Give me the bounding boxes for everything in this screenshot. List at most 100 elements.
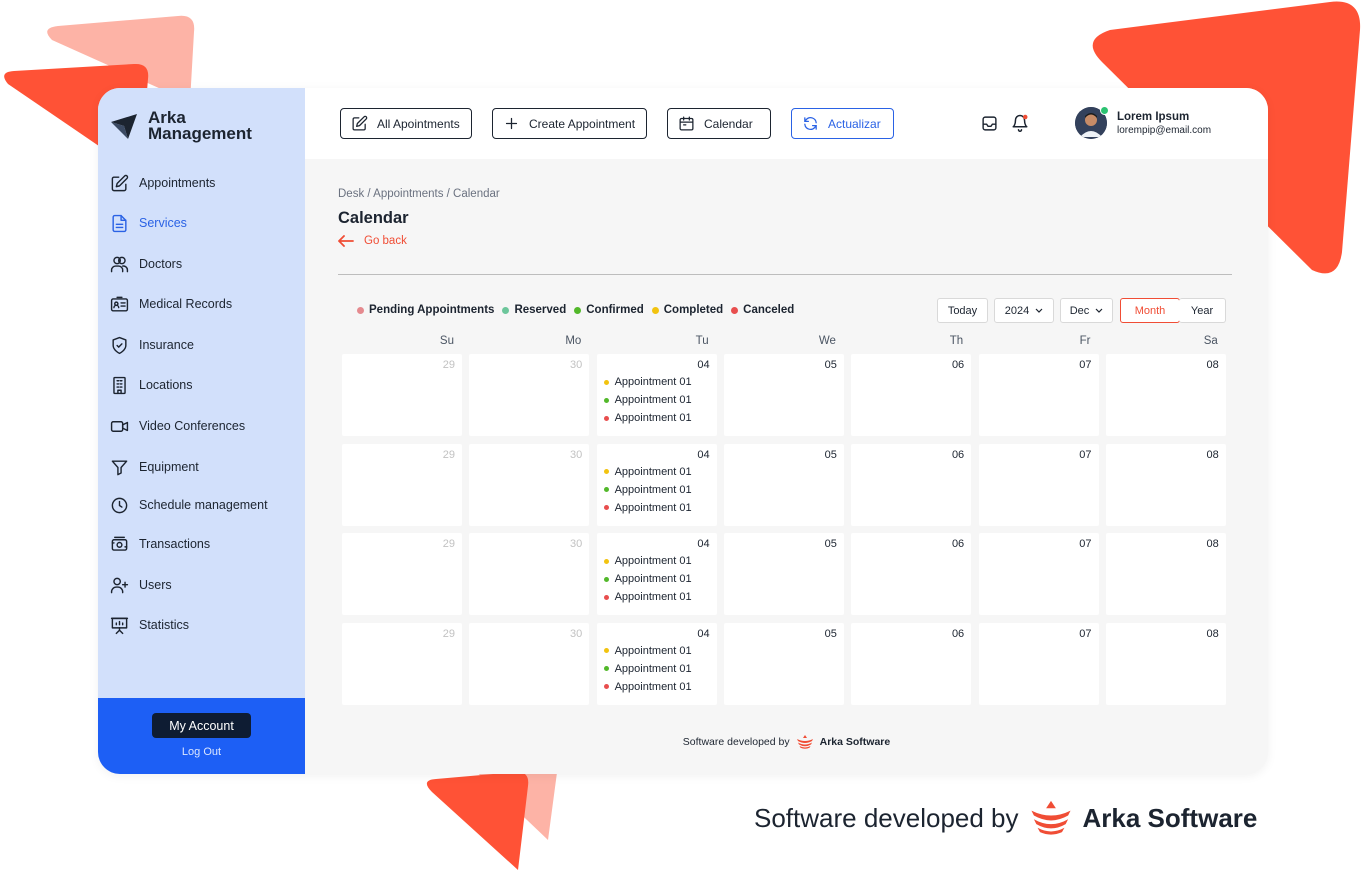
appointment-status-dot xyxy=(603,397,609,403)
users-icon xyxy=(110,256,129,272)
calendar-day-cell[interactable]: 04 Appointment 01 Appointment 01 Appointmen… xyxy=(596,622,717,705)
logout-link[interactable]: Log Out xyxy=(98,746,305,758)
year-select[interactable]: 2024 xyxy=(994,298,1054,323)
calendar-day-cell[interactable]: 05 xyxy=(723,354,844,436)
calendar-day-cell[interactable]: 29 xyxy=(342,354,462,436)
appointment-item[interactable]: Appointment 01 xyxy=(603,484,692,496)
sidebar-item-schedule-management[interactable]: Schedule management xyxy=(110,490,295,520)
calendar-day-cell[interactable]: 06 xyxy=(851,533,972,615)
edit-icon xyxy=(352,115,368,131)
appointment-label: Appointment 01 xyxy=(614,555,692,567)
appointment-item[interactable]: Appointment 01 xyxy=(603,681,692,693)
day-number: 04 xyxy=(697,627,710,640)
refresh-button[interactable]: Actualizar xyxy=(791,108,894,139)
appointment-label: Appointment 01 xyxy=(614,573,692,585)
calendar-day-cell[interactable]: 30 xyxy=(469,354,590,436)
create-appointment-button[interactable]: Create Appointment xyxy=(492,108,647,139)
appointment-status-dot xyxy=(603,648,609,653)
my-account-button[interactable]: My Account xyxy=(152,713,251,738)
calendar-day-cell[interactable]: 06 xyxy=(851,354,972,436)
sidebar-item-label: Transactions xyxy=(139,537,211,551)
sidebar-item-statistics[interactable]: Statistics xyxy=(110,610,295,640)
calendar-day-cell[interactable]: 07 xyxy=(978,533,1099,615)
calendar-day-cell[interactable]: 04 Appointment 01 Appointment 01 Appointmen… xyxy=(596,354,717,436)
bell-icon[interactable] xyxy=(1011,114,1029,132)
legend-item-confirmed: Confirmed xyxy=(574,304,644,316)
inbox-icon[interactable] xyxy=(981,115,998,132)
sidebar-item-doctors[interactable]: Doctors xyxy=(110,249,295,279)
calendar-day-cell[interactable]: 29 xyxy=(342,533,462,615)
calendar-day-cell[interactable]: 04 Appointment 01 Appointment 01 Appointmen… xyxy=(596,533,717,615)
legend-label: Reserved xyxy=(514,304,567,316)
calendar-day-cell[interactable]: 05 xyxy=(723,622,844,705)
sidebar-item-label: Doctors xyxy=(139,257,183,271)
user-menu[interactable]: Lorem Ipsum lorempip@email.com xyxy=(1075,106,1211,139)
status-legend: Pending Appointments Reserved Confirmed … xyxy=(357,304,802,316)
appointment-item[interactable]: Appointment 01 xyxy=(603,645,692,657)
calendar-day-cell[interactable]: 29 xyxy=(342,622,462,705)
brand: Arka Management xyxy=(110,109,268,142)
appointment-item[interactable]: Appointment 01 xyxy=(603,394,692,406)
sidebar-item-services[interactable]: Services xyxy=(110,208,295,238)
appointment-item[interactable]: Appointment 01 xyxy=(603,376,692,388)
appointment-status-dot xyxy=(603,558,609,564)
decor-triangle-bottom xyxy=(426,771,529,870)
sidebar-item-equipment[interactable]: Equipment xyxy=(110,452,295,482)
calendar-day-cell[interactable]: 06 xyxy=(851,622,972,705)
appointment-item[interactable]: Appointment 01 xyxy=(603,555,692,567)
edit-icon xyxy=(111,174,129,191)
appointment-item[interactable]: Appointment 01 xyxy=(603,573,692,585)
sidebar-item-video-conferences[interactable]: Video Conferences xyxy=(110,411,295,441)
appointment-status-dot xyxy=(603,469,609,474)
calendar-day-cell[interactable]: 07 xyxy=(978,354,1099,436)
sidebar-item-insurance[interactable]: Insurance xyxy=(110,330,295,360)
user-name: Lorem Ipsum xyxy=(1117,110,1190,123)
sidebar-item-appointments[interactable]: Appointments xyxy=(110,168,295,198)
main-content: Desk / Appointments / Calendar Calendar … xyxy=(305,159,1268,774)
day-number: 04 xyxy=(697,448,710,461)
calendar-day-cell[interactable]: 07 xyxy=(978,622,1099,705)
calendar-day-cell[interactable]: 29 xyxy=(342,443,462,526)
appointment-item[interactable]: Appointment 01 xyxy=(603,466,692,478)
sidebar-item-users[interactable]: Users xyxy=(110,570,295,600)
calendar-day-cell[interactable]: 08 xyxy=(1105,354,1226,436)
calendar-day-cell[interactable]: 08 xyxy=(1105,622,1226,705)
day-number: 29 xyxy=(442,359,455,371)
money-icon xyxy=(111,536,128,551)
weekday-label: Su xyxy=(439,335,454,347)
calendar-day-cell[interactable]: 30 xyxy=(469,443,590,526)
breadcrumb: Desk / Appointments / Calendar xyxy=(338,188,500,200)
calendar-day-cell[interactable]: 30 xyxy=(469,622,590,705)
today-button[interactable]: Today xyxy=(937,298,988,323)
shield-icon xyxy=(112,336,127,354)
calendar-day-cell[interactable]: 05 xyxy=(723,533,844,615)
day-number: 07 xyxy=(1079,359,1092,371)
sidebar-item-locations[interactable]: Locations xyxy=(110,370,295,400)
calendar-button[interactable]: Calendar xyxy=(667,108,771,139)
weekday-label: Th xyxy=(949,335,964,347)
calendar-day-cell[interactable]: 04 Appointment 01 Appointment 01 Appointmen… xyxy=(596,443,717,526)
sidebar-item-transactions[interactable]: Transactions xyxy=(110,529,295,559)
calendar-day-cell[interactable]: 06 xyxy=(851,443,972,526)
sidebar-item-medical-records[interactable]: Medical Records xyxy=(110,289,295,319)
sidebar-item-label: Medical Records xyxy=(139,297,233,311)
appointment-status-dot xyxy=(603,594,609,600)
legend-dot xyxy=(574,306,582,314)
appointment-item[interactable]: Appointment 01 xyxy=(603,502,692,514)
calendar-day-cell[interactable]: 08 xyxy=(1105,443,1226,526)
calendar-day-cell[interactable]: 07 xyxy=(978,443,1099,526)
month-select[interactable]: Dec xyxy=(1060,298,1113,323)
appointment-item[interactable]: Appointment 01 xyxy=(603,591,692,603)
all-appointments-button[interactable]: All Apointments xyxy=(340,108,472,139)
legend-label: Confirmed xyxy=(586,304,644,316)
view-month-tab[interactable]: Month xyxy=(1120,298,1180,323)
appointment-item[interactable]: Appointment 01 xyxy=(603,412,692,424)
day-number: 04 xyxy=(697,538,710,550)
day-number: 04 xyxy=(697,359,710,371)
calendar-day-cell[interactable]: 08 xyxy=(1105,533,1226,615)
calendar-day-cell[interactable]: 05 xyxy=(723,443,844,526)
appointment-item[interactable]: Appointment 01 xyxy=(603,663,692,675)
go-back-link[interactable]: Go back xyxy=(338,235,407,247)
view-year-tab[interactable]: Year xyxy=(1179,298,1226,323)
calendar-day-cell[interactable]: 30 xyxy=(469,533,590,615)
